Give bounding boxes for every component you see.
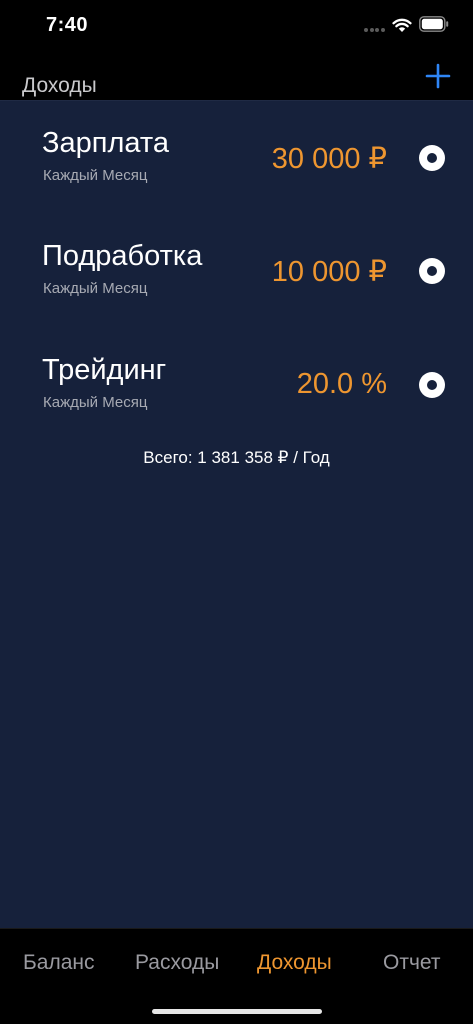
income-period: Каждый Месяц [43,280,148,297]
income-amount: 10 000 ₽ [271,256,387,288]
income-period: Каждый Месяц [43,167,148,184]
navigation-bar: Доходы [0,54,473,101]
home-indicator [152,1009,322,1014]
status-time: 7:40 [46,14,89,36]
tab-expenses[interactable]: Расходы [135,951,219,975]
income-row-trading[interactable]: Трейдинг Каждый Месяц 20.0 % [0,328,473,428]
income-period: Каждый Месяц [43,394,148,411]
status-bar: 7:40 [0,0,473,54]
battery-icon [419,16,449,32]
cellular-signal-icon [364,28,386,32]
tab-bar: Баланс Расходы Доходы Отчет [0,928,473,1024]
income-name: Подработка [42,240,203,272]
income-amount: 30 000 ₽ [271,143,387,175]
wifi-icon [392,18,412,32]
income-row-side-job[interactable]: Подработка Каждый Месяц 10 000 ₽ [0,214,473,314]
page-title: Доходы [22,74,97,97]
radio-button[interactable] [419,145,445,171]
add-income-button[interactable] [422,60,454,92]
income-row-salary[interactable]: Зарплата Каждый Месяц 30 000 ₽ [0,101,473,201]
tab-income[interactable]: Доходы [257,951,332,975]
total-summary: Всего: 1 381 358 ₽ / Год [143,448,330,467]
income-name: Трейдинг [42,354,167,386]
radio-button[interactable] [419,372,445,398]
tab-report[interactable]: Отчет [383,951,441,975]
tab-balance[interactable]: Баланс [23,951,95,975]
income-name: Зарплата [42,127,169,159]
income-amount: 20.0 % [296,368,387,400]
app-screen: 7:40 Доходы Зарплата Каждый Месяц 30 000… [0,0,473,1024]
radio-button[interactable] [419,258,445,284]
